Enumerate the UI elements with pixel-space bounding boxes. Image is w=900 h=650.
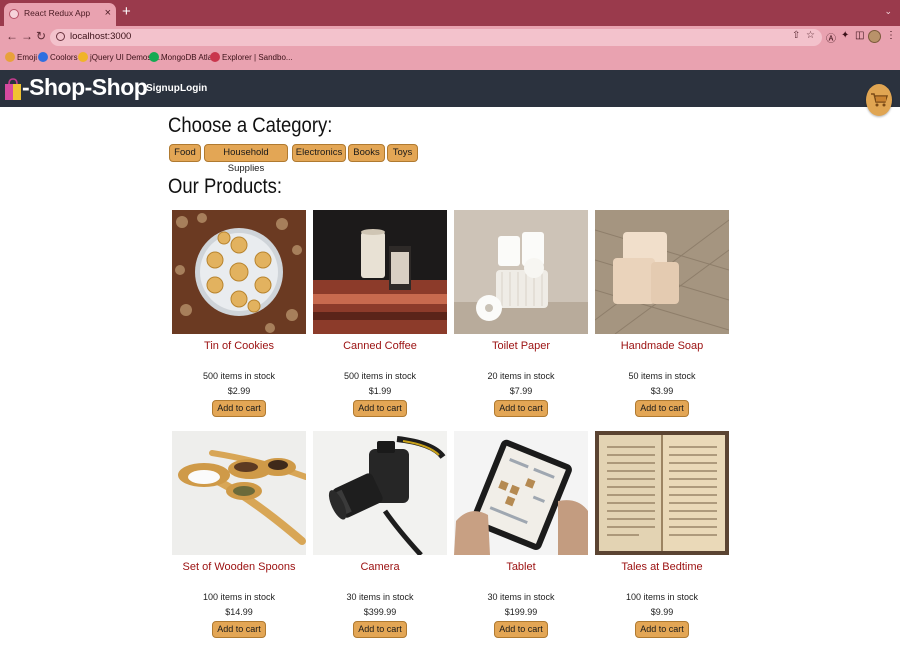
category-food-button[interactable]: Food — [169, 144, 201, 162]
react-favicon-icon — [9, 9, 19, 19]
extensions-puzzle-icon[interactable]: ✦ — [841, 30, 849, 41]
product-name[interactable]: Toilet Paper — [454, 340, 588, 352]
cart-icon — [871, 93, 888, 107]
add-to-cart-button[interactable]: Add to cart — [353, 621, 407, 638]
product-price: $1.99 — [368, 386, 392, 396]
product-image-toilet-paper[interactable] — [454, 210, 588, 334]
product-price: $3.99 — [650, 386, 674, 396]
product-card: Tin of Cookies 500 items in stock $2.99 … — [172, 210, 306, 422]
product-stock: 100 items in stock — [625, 592, 699, 602]
product-image-camera[interactable] — [313, 431, 447, 555]
add-to-cart-button[interactable]: Add to cart — [353, 400, 407, 417]
add-to-cart-button[interactable]: Add to cart — [635, 400, 689, 417]
app-header: -Shop-Shop Signup Login — [0, 70, 900, 107]
brand-title[interactable]: -Shop-Shop — [22, 74, 148, 101]
reload-icon[interactable]: ↻ — [36, 29, 46, 43]
product-stock: 30 items in stock — [487, 592, 555, 602]
product-image-soap[interactable] — [595, 210, 729, 334]
bookmark-mongodb[interactable]: MongoDB Atlas — [161, 53, 216, 62]
product-name[interactable]: Tin of Cookies — [172, 340, 306, 352]
site-info-icon[interactable] — [56, 32, 65, 41]
product-image-tablet[interactable] — [454, 431, 588, 555]
bookmarks-bar: Emoji Coolors jQuery UI Demos |... Mongo… — [0, 48, 900, 71]
bookmark-4-icon — [210, 52, 220, 62]
tab-close-icon[interactable]: × — [105, 6, 111, 20]
add-to-cart-button[interactable]: Add to cart — [212, 400, 266, 417]
product-image-wooden-spoons[interactable] — [172, 431, 306, 555]
category-books-button[interactable]: Books — [348, 144, 385, 162]
category-heading: Choose a Category: — [168, 114, 333, 137]
category-toys-button[interactable]: Toys — [387, 144, 418, 162]
product-price: $399.99 — [363, 607, 397, 617]
product-name[interactable]: Handmade Soap — [595, 340, 729, 352]
product-name[interactable]: Tales at Bedtime — [595, 561, 729, 573]
back-arrow-icon[interactable]: ← — [6, 29, 18, 43]
product-name[interactable]: Canned Coffee — [313, 340, 447, 352]
product-price: $199.99 — [504, 607, 538, 617]
product-stock: 30 items in stock — [346, 592, 414, 602]
product-card: Toilet Paper 20 items in stock $7.99 Add… — [454, 210, 588, 422]
login-link[interactable]: Login — [180, 83, 207, 94]
add-to-cart-button[interactable]: Add to cart — [494, 400, 548, 417]
profile-avatar[interactable] — [868, 30, 881, 43]
product-price: $7.99 — [509, 386, 533, 396]
cart-button[interactable] — [866, 84, 892, 116]
category-electronics-button[interactable]: Electronics — [292, 144, 346, 162]
browser-menu-icon[interactable]: ⋮ — [886, 30, 896, 41]
browser-title-bar: React Redux App × + ⌄ — [0, 0, 900, 26]
side-panel-icon[interactable]: ◫ — [855, 30, 864, 41]
bookmark-0-icon — [5, 52, 15, 62]
tab-search-chevron-icon[interactable]: ⌄ — [884, 6, 892, 17]
add-to-cart-button[interactable]: Add to cart — [212, 621, 266, 638]
product-card: Set of Wooden Spoons 100 items in stock … — [172, 431, 306, 643]
product-price: $14.99 — [225, 607, 253, 617]
product-card: Camera 30 items in stock $399.99 Add to … — [313, 431, 447, 643]
product-image-canned-coffee[interactable] — [313, 210, 447, 334]
url-text[interactable]: localhost:3000 — [70, 31, 131, 42]
browser-toolbar: ← → ↻ localhost:3000 ⇧ ☆ — [0, 26, 900, 48]
browser-tab[interactable]: React Redux App × — [4, 3, 116, 26]
product-price: $2.99 — [227, 386, 251, 396]
product-stock: 500 items in stock — [202, 371, 276, 381]
product-stock: 100 items in stock — [202, 592, 276, 602]
product-stock: 50 items in stock — [628, 371, 696, 381]
new-tab-button[interactable]: + — [122, 4, 131, 20]
bookmark-star-icon[interactable]: ☆ — [806, 30, 815, 41]
products-heading: Our Products: — [168, 175, 283, 198]
signup-link[interactable]: Signup — [146, 83, 180, 94]
product-card: Tablet 30 items in stock $199.99 Add to … — [454, 431, 588, 643]
product-name[interactable]: Tablet — [454, 561, 588, 573]
bookmark-2-icon — [78, 52, 88, 62]
forward-arrow-icon[interactable]: → — [21, 29, 33, 43]
bookmark-emoji[interactable]: Emoji — [17, 53, 37, 62]
bookmark-coolors[interactable]: Coolors — [50, 53, 78, 62]
category-household-button[interactable]: Household Supplies — [204, 144, 288, 174]
bookmark-3-icon — [149, 52, 159, 62]
bookmark-1-icon — [38, 52, 48, 62]
product-card: Handmade Soap 50 items in stock $3.99 Ad… — [595, 210, 729, 422]
product-stock: 500 items in stock — [343, 371, 417, 381]
add-to-cart-button[interactable]: Add to cart — [494, 621, 548, 638]
product-name[interactable]: Camera — [313, 561, 447, 573]
product-card: Tales at Bedtime 100 items in stock $9.9… — [595, 431, 729, 643]
product-stock: 20 items in stock — [487, 371, 555, 381]
product-image-cookie-tin[interactable] — [172, 210, 306, 334]
shopping-bag-icon — [5, 78, 21, 100]
product-card: Canned Coffee 500 items in stock $1.99 A… — [313, 210, 447, 422]
product-price: $9.99 — [650, 607, 674, 617]
product-image-open-book[interactable] — [595, 431, 729, 555]
bookmark-explorer[interactable]: Explorer | Sandbo... — [222, 53, 293, 62]
extension-a-icon[interactable]: Ⓐ — [826, 30, 836, 45]
product-name[interactable]: Set of Wooden Spoons — [172, 561, 306, 573]
share-icon[interactable]: ⇧ — [792, 30, 800, 41]
add-to-cart-button[interactable]: Add to cart — [635, 621, 689, 638]
tab-title: React Redux App — [24, 8, 91, 18]
address-bar[interactable]: localhost:3000 ⇧ ☆ — [50, 29, 822, 46]
